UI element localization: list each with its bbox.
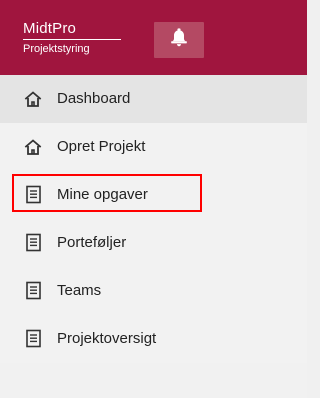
sidebar-item-projektoversigt[interactable]: Projektoversigt [0,315,307,363]
sidebar-item-portefoljer[interactable]: Porteføljer [0,219,307,267]
home-icon [24,137,42,156]
sidebar-item-label: Porteføljer [57,234,127,251]
sidebar-item-label: Dashboard [57,90,131,107]
brand-title: MidtPro [23,20,121,40]
sidebar-item-dashboard[interactable]: Dashboard [0,75,307,123]
sidebar: MidtPro Projektstyring Dashboard Opret P… [0,0,307,398]
app-header: MidtPro Projektstyring [0,0,307,75]
document-icon [24,329,42,348]
document-icon [24,281,42,300]
home-icon [24,89,42,108]
sidebar-item-mine-opgaver[interactable]: Mine opgaver [0,171,307,219]
sidebar-item-label: Projektoversigt [57,330,157,347]
sidebar-item-teams[interactable]: Teams [0,267,307,315]
brand-subtitle: Projektstyring [23,43,90,55]
document-icon [24,185,42,204]
sidebar-item-opret-projekt[interactable]: Opret Projekt [0,123,307,171]
sidebar-item-label: Mine opgaver [57,186,148,203]
sidebar-item-label: Opret Projekt [57,138,146,155]
brand-logo[interactable]: MidtPro Projektstyring [23,20,121,57]
sidebar-item-label: Teams [57,282,102,299]
document-icon [24,233,42,252]
bell-icon [170,27,188,53]
notifications-button[interactable] [154,22,204,58]
sidebar-nav: Dashboard Opret Projekt Mine opgaver Por… [0,75,307,363]
